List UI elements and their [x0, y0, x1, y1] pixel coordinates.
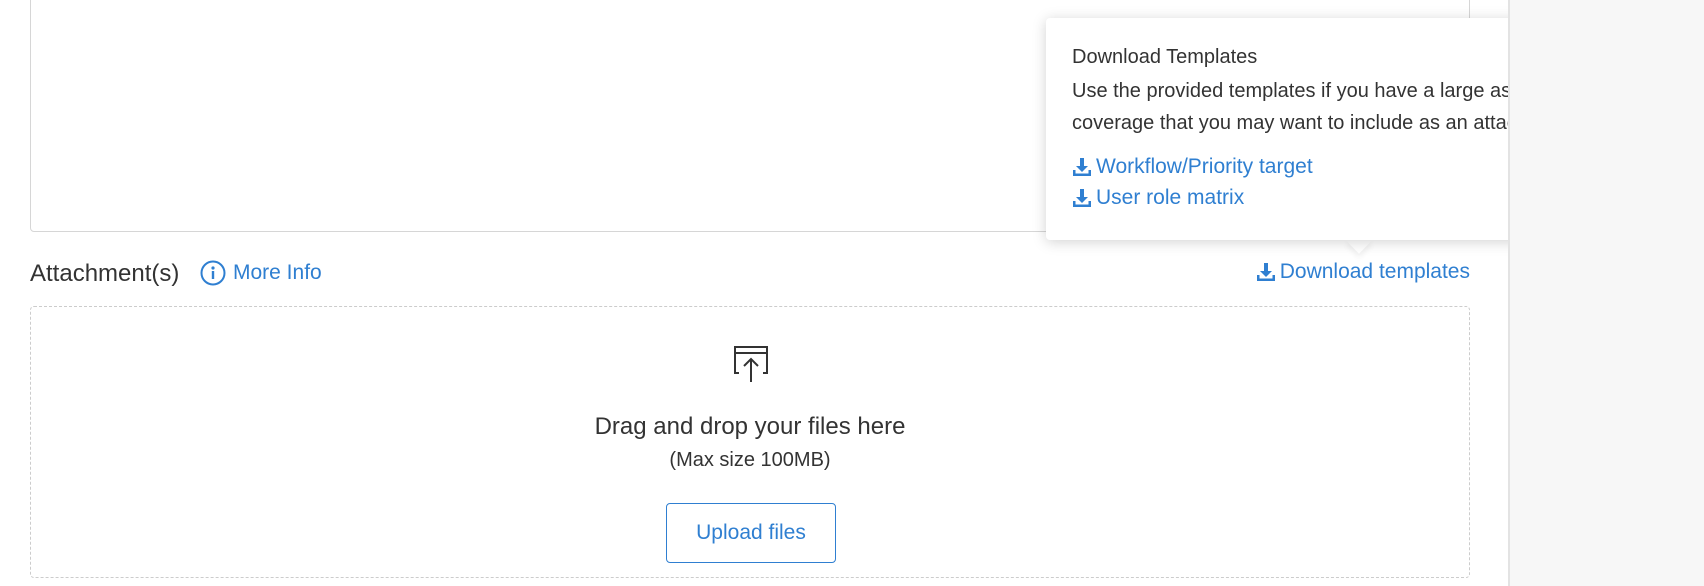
main-content: Attachment(s) More Info Download templat…: [0, 0, 1676, 586]
download-icon: [1073, 157, 1091, 176]
download-icon: [1256, 263, 1275, 281]
upload-files-button[interactable]: Upload files: [666, 503, 836, 563]
attachments-title: Attachment(s): [30, 260, 180, 287]
page: Attachment(s) More Info Download templat…: [0, 0, 1704, 586]
more-info-link[interactable]: More Info: [200, 260, 322, 286]
template-link-label: Workflow/Priority target: [1096, 155, 1313, 178]
right-side-panel: [1508, 0, 1704, 586]
more-info-label: More Info: [233, 261, 322, 284]
dropzone-size-limit: (Max size 100MB): [669, 449, 831, 471]
dropzone-main-text: Drag and drop your files here: [594, 413, 906, 440]
info-icon: [200, 260, 226, 286]
upload-icon: [734, 346, 768, 382]
template-link-label: User role matrix: [1096, 186, 1245, 209]
attachments-header: Attachment(s) More Info Download templat…: [30, 256, 1470, 290]
download-icon: [1073, 188, 1091, 207]
download-templates-link[interactable]: Download templates: [1256, 260, 1470, 284]
download-templates-label: Download templates: [1279, 260, 1470, 283]
file-dropzone[interactable]: Drag and drop your files here (Max size …: [30, 306, 1470, 578]
